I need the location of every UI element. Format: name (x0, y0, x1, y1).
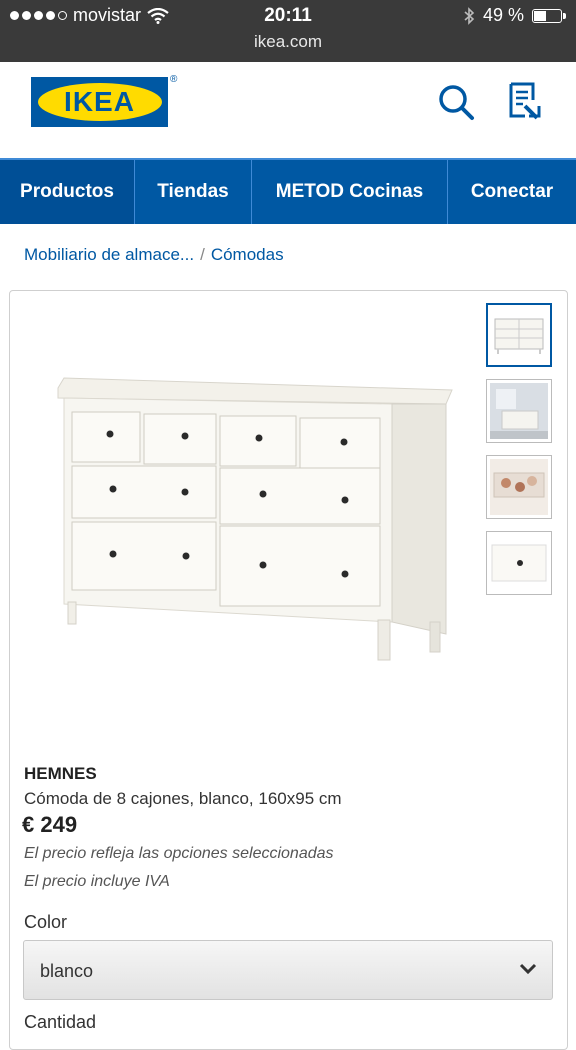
nav-item-tiendas[interactable]: Tiendas (135, 160, 252, 224)
battery-percent: 49 % (482, 5, 524, 25)
product-description: Cómoda de 8 cajones, blanco, 160x95 cm (24, 789, 342, 808)
search-icon (439, 85, 474, 120)
shopping-list-icon (509, 82, 541, 120)
search-button[interactable] (434, 80, 478, 124)
breadcrumb-separator: / (200, 245, 205, 264)
price-note-vat: El precio incluye IVA (24, 873, 170, 890)
nav-item-productos[interactable]: Productos (0, 160, 135, 224)
color-label: Color (24, 912, 68, 932)
thumbnail-knob-detail-image (491, 544, 547, 582)
breadcrumb-parent-link[interactable]: Mobiliario de almace... (24, 245, 194, 265)
product-price: € 249 (22, 812, 78, 837)
main-nav: Productos Tiendas METOD Cocinas Conectar (0, 158, 576, 224)
product-main-image[interactable] (50, 376, 460, 666)
registered-mark: ® (170, 74, 178, 85)
nav-item-metod-cocinas[interactable]: METOD Cocinas (252, 160, 448, 224)
thumbnail-4[interactable] (486, 531, 552, 595)
thumbnail-room-image (490, 383, 548, 439)
ikea-logo[interactable]: IKEA (31, 77, 168, 127)
product-brand: HEMNES (24, 764, 97, 783)
status-bar: movistar 20:11 ikea.com 49 % (0, 0, 576, 62)
breadcrumb-current-link[interactable]: Cómodas (211, 245, 284, 265)
url-bar[interactable]: ikea.com (0, 32, 576, 52)
logo-text: IKEA (64, 86, 135, 117)
chevron-down-icon (519, 963, 537, 975)
battery-icon (532, 8, 566, 23)
price-note-options: El precio refleja las opciones seleccion… (24, 845, 334, 862)
color-select[interactable]: blanco (23, 940, 553, 1000)
thumbnail-1[interactable] (486, 303, 552, 367)
thumbnail-3[interactable] (486, 455, 552, 519)
thumbnail-drawer-detail-image (490, 459, 548, 515)
breadcrumb: Mobiliario de almace... / Cómodas (24, 245, 284, 265)
thumbnail-dresser-front-image (494, 318, 544, 354)
thumbnail-list (486, 303, 552, 595)
bluetooth-icon (464, 6, 475, 25)
thumbnail-2[interactable] (486, 379, 552, 443)
nav-item-conectar[interactable]: Conectar (448, 160, 576, 224)
shopping-list-button[interactable] (503, 80, 547, 124)
quantity-label: Cantidad (24, 1012, 97, 1032)
product-card (9, 290, 568, 1050)
site-header: IKEA ® (0, 62, 576, 158)
color-select-value: blanco (40, 961, 94, 981)
battery-info: 49 % (463, 5, 566, 26)
